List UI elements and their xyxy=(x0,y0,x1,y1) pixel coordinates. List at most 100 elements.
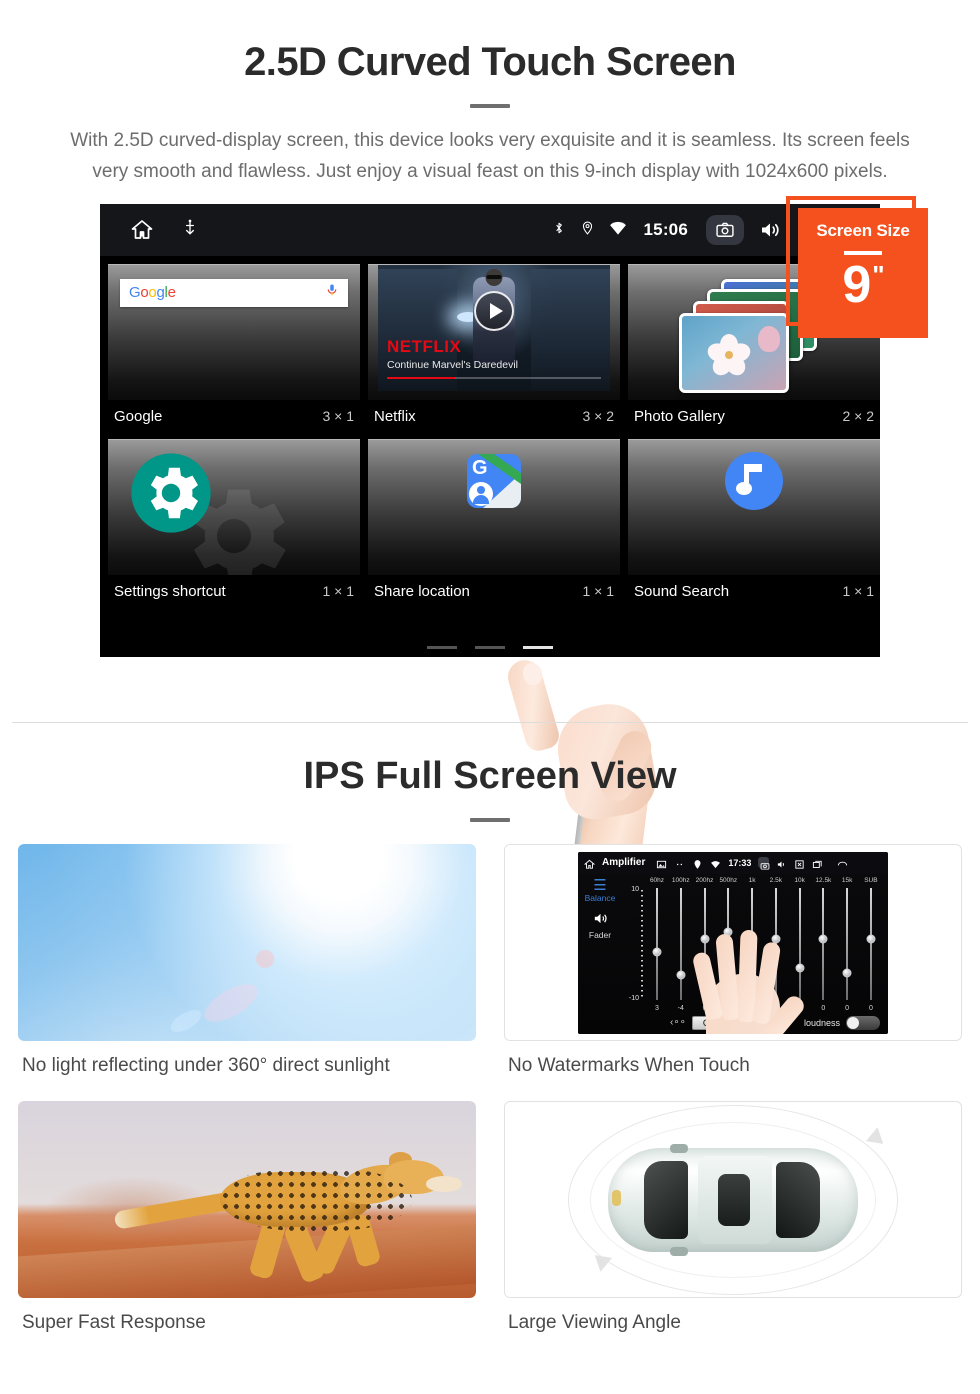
badge-unit: " xyxy=(872,259,884,290)
close-icon[interactable] xyxy=(794,857,805,869)
feature-cell-amplifier: Amplifier 17:33 ☰ Balance Fader 60hz 100… xyxy=(504,844,962,1093)
microphone-icon[interactable] xyxy=(325,283,339,302)
loudness-toggle[interactable] xyxy=(846,1015,880,1030)
feature-cell-car: Large Viewing Angle xyxy=(504,1101,962,1350)
widget-cell-sound-search[interactable]: Sound Search 1 × 1 xyxy=(624,435,880,610)
gear-icon[interactable] xyxy=(130,452,212,539)
badge-value: 9 xyxy=(842,256,871,314)
eq-value: 0 xyxy=(845,1004,850,1012)
netflix-subtitle: Continue Marvel's Daredevil xyxy=(387,358,518,371)
eq-band-label: 100hz xyxy=(671,876,690,884)
widget-name: Settings shortcut xyxy=(114,582,226,600)
eq-scale-bottom: -10 xyxy=(628,994,639,1002)
page-indicator[interactable] xyxy=(100,645,880,649)
widget-row-2: Settings shortcut 1 × 1 G Share location… xyxy=(100,435,880,610)
widget-size: 3 × 2 xyxy=(582,408,614,425)
section-divider xyxy=(12,722,968,723)
eq-scale-top: 10 xyxy=(631,885,639,893)
speaker-icon[interactable] xyxy=(578,910,622,930)
widget-cell-netflix[interactable]: NETFLIX Continue Marvel's Daredevil Netf… xyxy=(364,260,624,435)
widget-preview-google[interactable]: Google xyxy=(108,263,360,400)
feature-grid: No light reflecting under 360° direct su… xyxy=(18,844,962,1350)
fader-label[interactable]: Fader xyxy=(578,930,622,940)
eq-band-label: 15k xyxy=(841,876,853,884)
widget-name: Sound Search xyxy=(634,582,730,600)
widget-name: Photo Gallery xyxy=(634,407,725,425)
feature-cell-cheetah: Super Fast Response xyxy=(18,1101,476,1350)
home-icon[interactable] xyxy=(130,218,154,242)
eq-slider xyxy=(646,887,668,1000)
recents-icon[interactable] xyxy=(812,857,823,868)
device-screenshot-wrap: 15:06 Google Google 3 × 1 NETFLIX Contin… xyxy=(100,203,880,947)
widget-cell-share-location[interactable]: G Share location 1 × 1 xyxy=(364,435,624,610)
section1-title: 2.5D Curved Touch Screen xyxy=(244,40,736,84)
widget-preview-sound-search[interactable] xyxy=(628,438,880,575)
eq-slider xyxy=(836,887,858,1000)
amplifier-body: ☰ Balance Fader 60hz 100hz 200hz 500hz 1… xyxy=(578,873,888,1034)
amplifier-clock: 17:33 xyxy=(728,857,752,868)
feature-image-card xyxy=(504,1101,962,1298)
hand-overlay xyxy=(686,918,808,1034)
widget-cell-settings[interactable]: Settings shortcut 1 × 1 xyxy=(104,435,364,610)
eq-value: 0 xyxy=(868,1004,873,1012)
feature-caption: No Watermarks When Touch xyxy=(508,1055,750,1076)
camera-icon[interactable] xyxy=(706,214,744,245)
section2-title: IPS Full Screen View xyxy=(303,755,677,797)
camera-icon[interactable] xyxy=(758,857,770,870)
eq-band-label: 2.5k xyxy=(769,876,782,884)
google-maps-icon[interactable]: G xyxy=(467,453,521,508)
eq-value: 0 xyxy=(821,1004,826,1012)
widget-cell-google[interactable]: Google Google 3 × 1 xyxy=(104,260,364,435)
page-dot[interactable] xyxy=(475,645,505,649)
balance-label[interactable]: Balance xyxy=(578,893,622,903)
widget-preview-netflix[interactable]: NETFLIX Continue Marvel's Daredevil xyxy=(368,263,620,400)
amplifier-toolbar: Amplifier 17:33 xyxy=(578,851,888,874)
widget-label-settings: Settings shortcut 1 × 1 xyxy=(108,575,360,610)
gallery-icon[interactable] xyxy=(656,857,667,869)
netflix-progress-bar xyxy=(387,376,601,379)
feature-image-card: Amplifier 17:33 ☰ Balance Fader 60hz 100… xyxy=(504,844,962,1041)
loudness-label: loudness xyxy=(803,1017,840,1028)
volume-icon[interactable] xyxy=(776,857,787,868)
eq-band-label: 12.5k xyxy=(815,876,832,884)
widget-label-photo-gallery: Photo Gallery 2 × 2 xyxy=(628,400,880,435)
feature-caption: Large Viewing Angle xyxy=(508,1312,681,1333)
return-icon[interactable] xyxy=(836,857,848,868)
widget-row-1: Google Google 3 × 1 NETFLIX Continue Mar… xyxy=(100,260,880,435)
page-dot[interactable] xyxy=(427,645,457,649)
title-underline xyxy=(470,104,510,108)
screen-size-badge: Screen Size 9" xyxy=(798,208,928,338)
running-cheetah-image xyxy=(18,1101,476,1298)
sunlight-sky-image xyxy=(18,844,476,1041)
widget-size: 2 × 2 xyxy=(842,408,874,425)
play-icon[interactable] xyxy=(474,290,514,331)
volume-icon[interactable] xyxy=(758,218,782,242)
widget-name: Share location xyxy=(374,582,470,600)
widget-size: 1 × 1 xyxy=(582,583,614,600)
eq-band-label: 10k xyxy=(794,876,805,884)
eq-band-label: 200hz xyxy=(695,876,714,884)
netflix-artwork: NETFLIX Continue Marvel's Daredevil xyxy=(378,264,610,391)
amplifier-equalizer-screenshot: Amplifier 17:33 ☰ Balance Fader 60hz 100… xyxy=(578,851,888,1034)
bluetooth-icon xyxy=(552,218,566,242)
music-note-icon[interactable] xyxy=(725,451,783,510)
netflix-wordmark: NETFLIX xyxy=(387,336,462,356)
status-bar-clock: 15:06 xyxy=(643,219,688,239)
page-dot-active[interactable] xyxy=(523,645,553,649)
equalizer-icon[interactable]: ☰ xyxy=(578,877,622,894)
badge-rule xyxy=(844,251,882,255)
widget-name: Netflix xyxy=(374,407,416,425)
widget-preview-settings[interactable] xyxy=(108,438,360,575)
google-search-bar[interactable]: Google xyxy=(120,278,348,307)
home-icon[interactable] xyxy=(583,857,596,869)
widget-preview-share-location[interactable]: G xyxy=(368,438,620,575)
usb-icon xyxy=(180,218,204,242)
status-bar: 15:06 xyxy=(100,203,880,256)
status-bar-left xyxy=(100,218,204,242)
car-top-view-image xyxy=(505,1102,961,1297)
back-icon[interactable]: ‹∘∘ xyxy=(670,1017,686,1028)
section2: IPS Full Screen View No light reflecting… xyxy=(0,745,980,1350)
google-logo: Google xyxy=(129,284,176,302)
feature-image-card xyxy=(18,1101,476,1298)
dots-icon[interactable] xyxy=(674,857,685,868)
